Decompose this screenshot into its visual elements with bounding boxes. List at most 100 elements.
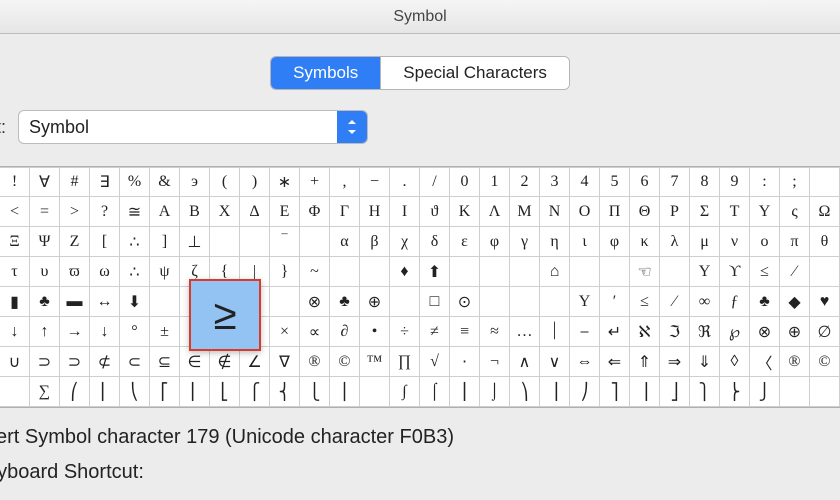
symbol-cell[interactable]: • [360, 317, 390, 347]
symbol-cell[interactable]: Ψ [30, 227, 60, 257]
symbol-cell[interactable]: 3 [540, 167, 570, 197]
symbol-cell[interactable]: ÷ [390, 317, 420, 347]
symbol-cell[interactable]: ≈ [480, 317, 510, 347]
symbol-cell[interactable]: ‾ [270, 227, 300, 257]
symbol-cell[interactable] [510, 287, 540, 317]
symbol-cell[interactable]: ⎟ [540, 377, 570, 407]
symbol-cell[interactable]: ∃ [90, 167, 120, 197]
symbol-cell[interactable]: τ [0, 257, 30, 287]
symbol-cell[interactable]: Ρ [660, 197, 690, 227]
symbol-cell[interactable]: − [360, 167, 390, 197]
symbol-cell[interactable] [780, 377, 810, 407]
symbol-cell[interactable]: ⁄ [780, 257, 810, 287]
symbol-cell[interactable]: ⌂ [540, 257, 570, 287]
symbol-cell[interactable]: δ [420, 227, 450, 257]
symbol-cell[interactable]: > [60, 197, 90, 227]
symbol-cell[interactable]: : [750, 167, 780, 197]
symbol-cell[interactable]: ≡ [450, 317, 480, 347]
symbol-cell[interactable]: ⊃ [60, 347, 90, 377]
symbol-cell[interactable]: ≤ [630, 287, 660, 317]
symbol-cell[interactable]: Υ [750, 197, 780, 227]
symbol-cell[interactable]: ο [750, 227, 780, 257]
symbol-cell[interactable]: ® [780, 347, 810, 377]
symbol-cell[interactable]: ⬆ [420, 257, 450, 287]
symbol-cell[interactable]: ⎡ [150, 377, 180, 407]
symbol-cell[interactable]: ϑ [420, 197, 450, 227]
symbol-cell[interactable]: ƒ [720, 287, 750, 317]
symbol-cell[interactable]: ⊃ [30, 347, 60, 377]
symbol-cell[interactable] [660, 257, 690, 287]
symbol-cell[interactable]: ν [720, 227, 750, 257]
symbol-cell[interactable]: ≅ [120, 197, 150, 227]
symbol-cell[interactable]: Ν [540, 197, 570, 227]
symbol-cell[interactable]: ⎝ [120, 377, 150, 407]
symbol-cell[interactable]: ⎣ [210, 377, 240, 407]
symbol-cell[interactable]: Α [150, 197, 180, 227]
symbol-cell[interactable]: / [420, 167, 450, 197]
symbol-cell[interactable]: ℘ [720, 317, 750, 347]
symbol-cell[interactable]: ▬ [60, 287, 90, 317]
symbol-cell[interactable]: η [540, 227, 570, 257]
symbol-cell[interactable]: λ [660, 227, 690, 257]
symbol-cell[interactable]: 9 [720, 167, 750, 197]
symbol-cell[interactable]: ♣ [330, 287, 360, 317]
symbol-cell[interactable]: ∠ [240, 347, 270, 377]
symbol-cell[interactable]: © [330, 347, 360, 377]
symbol-cell[interactable]: α [330, 227, 360, 257]
symbol-cell[interactable]: ▮ [0, 287, 30, 317]
symbol-cell[interactable]: ⎮ [450, 377, 480, 407]
symbol-cell[interactable]: ⎧ [240, 377, 270, 407]
symbol-cell[interactable]: Β [180, 197, 210, 227]
symbol-cell[interactable]: ⊥ [180, 227, 210, 257]
symbol-cell[interactable]: ∈ [180, 347, 210, 377]
symbol-cell[interactable]: υ [30, 257, 60, 287]
symbol-cell[interactable]: ≠ [420, 317, 450, 347]
symbol-cell[interactable]: ⌡ [480, 377, 510, 407]
symbol-cell[interactable]: ⊂ [120, 347, 150, 377]
symbol-cell[interactable]: ⊄ [90, 347, 120, 377]
symbol-cell[interactable]: ⊙ [450, 287, 480, 317]
symbol-cell[interactable]: √ [420, 347, 450, 377]
symbol-cell[interactable]: μ [690, 227, 720, 257]
symbol-cell[interactable]: ∫ [390, 377, 420, 407]
symbol-cell[interactable]: ∝ [300, 317, 330, 347]
symbol-cell[interactable]: © [810, 347, 840, 377]
symbol-cell[interactable] [810, 257, 840, 287]
symbol-cell[interactable]: ⎠ [570, 377, 600, 407]
symbol-cell[interactable]: ∗ [270, 167, 300, 197]
symbol-cell[interactable]: Ω [810, 197, 840, 227]
symbol-cell[interactable]: ⋅ [450, 347, 480, 377]
symbol-cell[interactable]: ⎞ [510, 377, 540, 407]
symbol-cell[interactable]: χ [390, 227, 420, 257]
symbol-cell[interactable] [240, 227, 270, 257]
symbol-cell[interactable] [510, 257, 540, 287]
symbol-cell[interactable]: ⊗ [300, 287, 330, 317]
symbol-cell[interactable]: ψ [150, 257, 180, 287]
symbol-cell[interactable] [480, 257, 510, 287]
symbol-cell[interactable]: ◆ [780, 287, 810, 317]
symbol-cell[interactable]: ⎢ [180, 377, 210, 407]
symbol-cell[interactable]: ∨ [540, 347, 570, 377]
symbol-cell[interactable]: → [60, 317, 90, 347]
symbol-cell[interactable]: ¬ [480, 347, 510, 377]
symbol-cell[interactable]: ⏐ [540, 317, 570, 347]
symbol-cell[interactable]: ∪ [0, 347, 30, 377]
symbol-cell[interactable] [0, 377, 30, 407]
symbol-cell[interactable]: . [390, 167, 420, 197]
symbol-cell[interactable]: ♣ [30, 287, 60, 317]
symbol-cell[interactable]: ⊆ [150, 347, 180, 377]
symbol-cell[interactable]: } [270, 257, 300, 287]
symbol-cell[interactable]: ⬇ [120, 287, 150, 317]
symbol-cell[interactable]: Τ [720, 197, 750, 227]
symbol-cell[interactable]: 2 [510, 167, 540, 197]
symbol-cell[interactable]: [ [90, 227, 120, 257]
symbol-cell[interactable]: Φ [300, 197, 330, 227]
symbol-cell[interactable]: ™ [360, 347, 390, 377]
symbol-cell[interactable]: ∑ [30, 377, 60, 407]
symbol-cell[interactable]: ⊕ [780, 317, 810, 347]
symbol-cell[interactable]: ∇ [270, 347, 300, 377]
symbol-cell[interactable]: 1 [480, 167, 510, 197]
symbol-cell[interactable]: ⎪ [330, 377, 360, 407]
symbol-cell[interactable]: % [120, 167, 150, 197]
symbol-cell[interactable] [270, 287, 300, 317]
